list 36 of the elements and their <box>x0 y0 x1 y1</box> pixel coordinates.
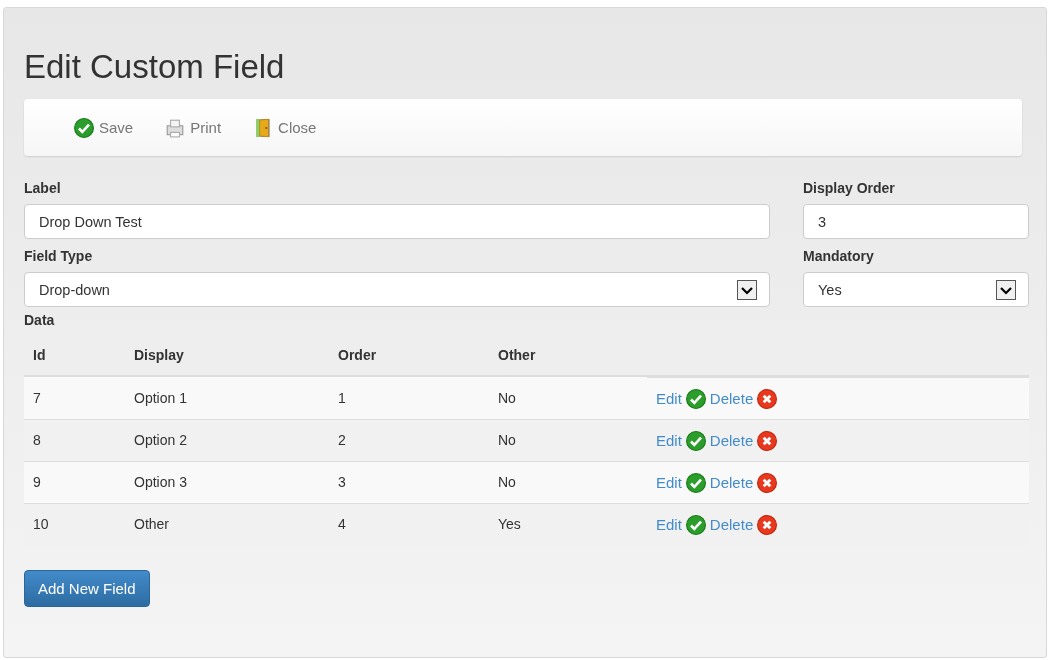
check-circle-icon <box>685 472 706 493</box>
close-circle-icon <box>757 472 778 493</box>
close-circle-icon <box>757 388 778 409</box>
display-order-input[interactable]: 3 <box>803 204 1029 239</box>
close-circle-icon <box>757 514 778 535</box>
table-cell: 2 <box>329 419 489 461</box>
edit-link[interactable]: Edit <box>656 432 682 449</box>
field-label: Label <box>24 180 62 196</box>
edit-link[interactable]: Edit <box>656 474 682 491</box>
delete-link[interactable]: Delete <box>709 474 754 491</box>
check-circle-icon <box>74 117 94 138</box>
mandatory-select[interactable]: Yes <box>803 272 1029 307</box>
table-cell: No <box>489 419 647 461</box>
delete-link[interactable]: Delete <box>709 390 754 407</box>
field-type-select[interactable]: Drop-down <box>24 272 770 307</box>
check-circle-icon <box>685 430 706 451</box>
delete-link[interactable]: Delete <box>709 432 754 449</box>
field-label: Display Order <box>803 180 896 196</box>
delete-link[interactable]: Delete <box>709 516 754 533</box>
field-label: Mandatory <box>803 248 875 264</box>
toolbar-save-button[interactable]: Save <box>74 117 134 138</box>
close-circle-icon <box>757 430 778 451</box>
page-title: Edit Custom Field <box>24 48 286 86</box>
field-label: Field Type <box>24 248 94 264</box>
section-label: Data <box>24 312 56 328</box>
table-cell: 8 <box>24 419 125 461</box>
label-input[interactable]: Drop Down Test <box>24 204 770 239</box>
toolbar-close-button[interactable]: Close <box>253 117 317 138</box>
toolbar-print-button[interactable]: Print <box>165 117 222 138</box>
add-new-field-button[interactable]: Add New Field <box>24 570 150 607</box>
printer-icon <box>165 117 186 138</box>
edit-link[interactable]: Edit <box>656 516 682 533</box>
check-circle-icon <box>685 514 706 535</box>
edit-link[interactable]: Edit <box>656 390 682 407</box>
table-cell: Option 2 <box>125 419 329 461</box>
check-circle-icon <box>685 388 706 409</box>
